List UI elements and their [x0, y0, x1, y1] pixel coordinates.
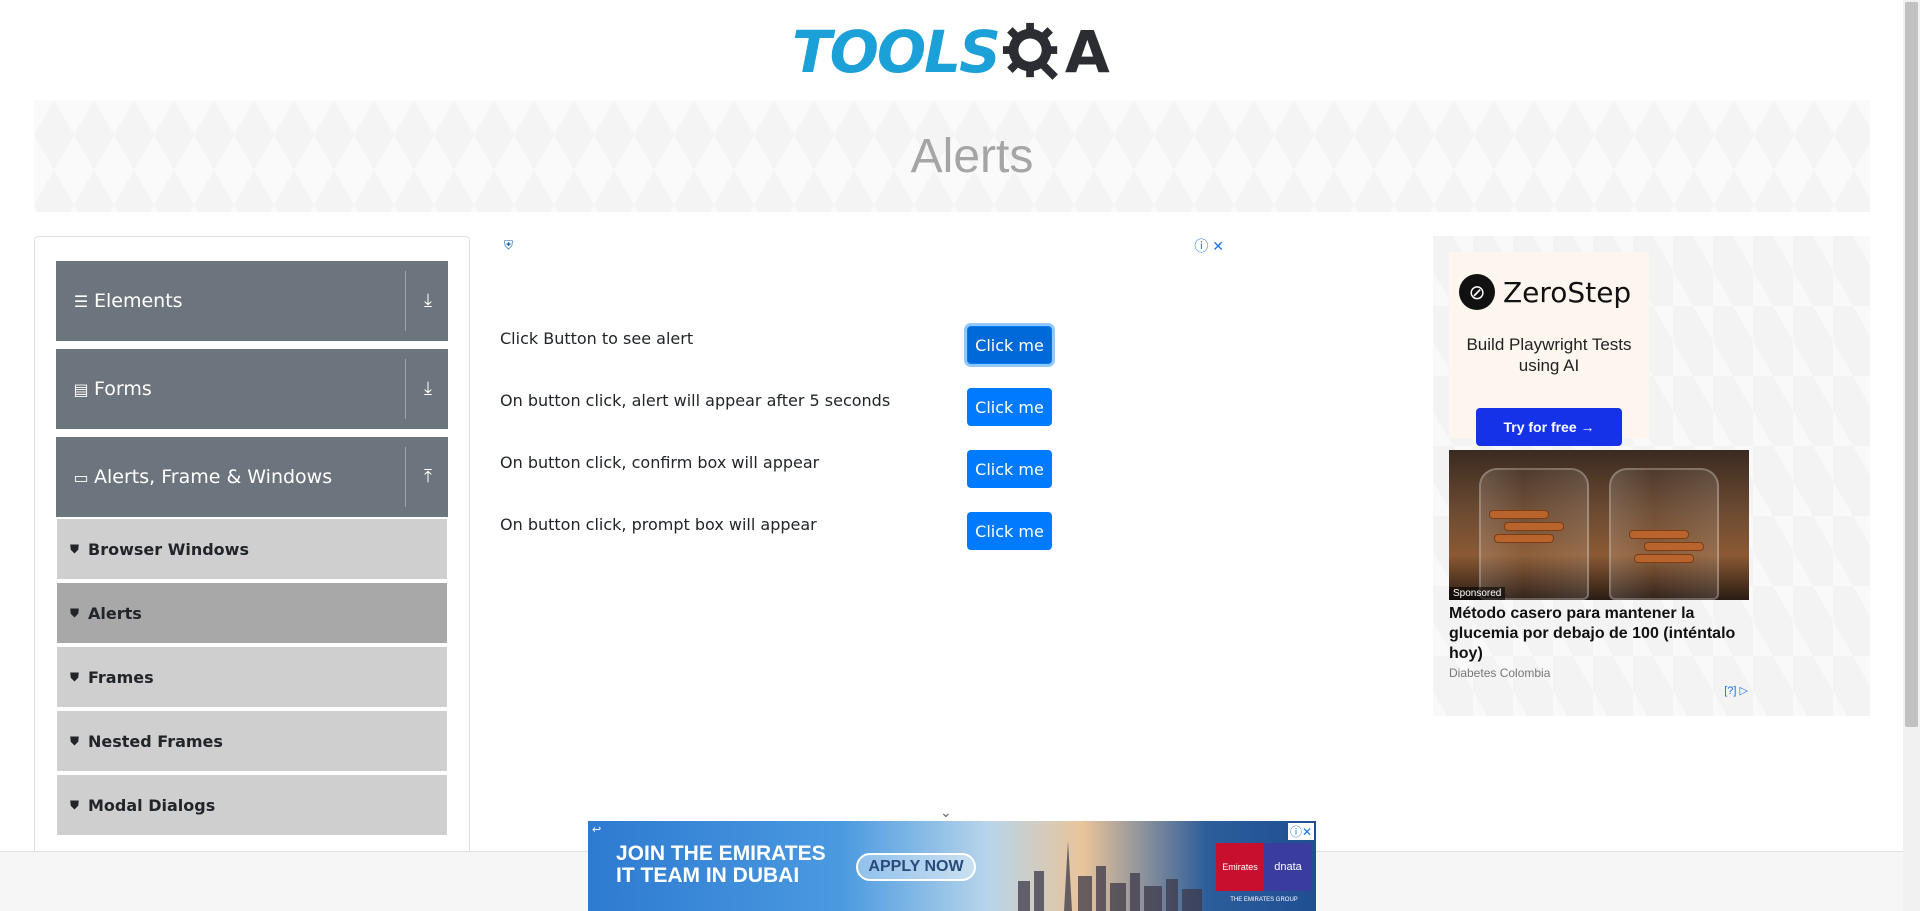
html5-icon: ⛊: [70, 541, 80, 556]
zerostep-icon: ⊘: [1459, 274, 1495, 310]
zerostep-name: ZeroStep: [1503, 275, 1632, 309]
vertical-scrollbar[interactable]: [1903, 0, 1920, 911]
sidebar-item-nested-frames[interactable]: ⛊ Nested Frames: [57, 711, 447, 773]
right-ad[interactable]: ⊘ ZeroStep Build Playwright Tests using …: [1433, 236, 1870, 716]
zerostep-ad-card[interactable]: ⊘ ZeroStep Build Playwright Tests using …: [1449, 252, 1649, 446]
emirates-headline-line: JOIN THE EMIRATES: [616, 842, 826, 865]
emirates-headline-line: IT TEAM IN DUBAI: [616, 864, 800, 887]
sidebar-group-label: Alerts, Frame & Windows: [94, 466, 333, 488]
emirates-group-text: THE EMIRATES GROUP: [1230, 897, 1298, 903]
divider: [405, 359, 406, 419]
alert-label: Click Button to see alert: [500, 329, 694, 348]
ad-close-icon[interactable]: ⓘ✕: [1287, 823, 1314, 840]
expand-icon[interactable]: ⤓: [416, 289, 440, 313]
sponsored-source: Diabetes Colombia: [1449, 666, 1551, 680]
sidebar-item-modal-dialogs[interactable]: ⛊ Modal Dialogs: [57, 775, 447, 837]
sidebar-item-frames[interactable]: ⛊ Frames: [57, 647, 447, 709]
zerostep-logo: ⊘ ZeroStep: [1459, 274, 1631, 310]
timer-alert-label: On button click, alert will appear after…: [500, 391, 891, 410]
chevron-down-icon[interactable]: ⌄: [940, 804, 952, 821]
page-title: Alerts: [910, 129, 1034, 183]
html5-icon: ⛊: [70, 605, 80, 620]
sidebar-group-forms[interactable]: ▤ Forms ⤓: [56, 349, 448, 429]
confirm-button[interactable]: Click me: [967, 450, 1052, 488]
zerostep-tagline: Build Playwright Tests using AI: [1466, 335, 1632, 375]
logo-suffix: A: [1064, 18, 1110, 86]
collapse-icon[interactable]: ⤒: [416, 465, 440, 489]
alert-button[interactable]: Click me: [967, 326, 1052, 364]
ad-back-icon[interactable]: ↩: [592, 823, 601, 836]
bottom-ad[interactable]: ↩ JOIN THE EMIRATES IT TEAM IN DUBAI APP…: [588, 821, 1316, 911]
cinnamon-stick: [1634, 554, 1694, 563]
try-for-free-button[interactable]: Try for free →: [1476, 408, 1622, 446]
toolsqa-logo[interactable]: TOOLS A: [792, 14, 1110, 90]
prompt-button[interactable]: Click me: [967, 512, 1052, 550]
sidebar-item-browser-windows[interactable]: ⛊ Browser Windows: [57, 519, 447, 581]
cinnamon-stick: [1629, 530, 1689, 539]
page: TOOLS A Alerts ☰ Elements ⤓ ▤ Forms ⤓ ▭ …: [0, 0, 1920, 911]
html5-icon: ⛊: [70, 733, 80, 748]
adchoices-icon[interactable]: [?] ▷: [1724, 684, 1748, 697]
emirates-logo: Emirates: [1216, 843, 1264, 891]
ad-close-icon[interactable]: ⓘ ✕: [1194, 236, 1224, 256]
logo-text: TOOLS: [792, 18, 1001, 86]
sponsored-image[interactable]: Sponsored: [1449, 450, 1749, 600]
sidebar-item-label: Frames: [88, 667, 154, 687]
cinnamon-stick: [1489, 510, 1549, 519]
dubai-skyline: [1018, 841, 1202, 911]
emirates-headline: JOIN THE EMIRATES IT TEAM IN DUBAI: [616, 843, 826, 887]
sidebar-item-label: Modal Dialogs: [88, 795, 216, 815]
sponsored-badge: Sponsored: [1449, 587, 1506, 600]
scrollbar-thumb[interactable]: [1905, 2, 1918, 727]
sidebar-item-label: Nested Frames: [88, 731, 223, 751]
prompt-label: On button click, prompt box will appear: [500, 515, 817, 534]
expand-icon[interactable]: ⤓: [416, 377, 440, 401]
menu-icon: ☰: [73, 291, 89, 311]
html5-icon: ⛊: [70, 797, 80, 812]
sidebar-group-label: Elements: [94, 290, 183, 312]
sidebar-group-label: Forms: [94, 378, 152, 400]
html5-icon: ⛊: [70, 669, 80, 684]
gear-magnifier-icon: [1002, 22, 1058, 80]
sidebar-item-label: Alerts: [88, 603, 142, 623]
sidebar-item-alerts[interactable]: ⛊ Alerts: [57, 583, 447, 645]
emirates-brand: Emirates dnata: [1216, 843, 1312, 891]
ad-shield-icon: ⛨: [504, 238, 514, 252]
divider: [405, 271, 406, 331]
adchoice-label: [?]: [1724, 685, 1737, 697]
divider: [405, 447, 406, 507]
sidebar-item-label: Browser Windows: [88, 539, 249, 559]
form-icon: ▤: [73, 379, 89, 399]
dnata-logo: dnata: [1264, 843, 1312, 891]
sidebar-group-alerts-frame-windows[interactable]: ▭ Alerts, Frame & Windows ⤒: [56, 437, 448, 517]
confirm-label: On button click, confirm box will appear: [500, 453, 820, 472]
cinnamon-stick: [1644, 542, 1704, 551]
cinnamon-stick: [1494, 534, 1554, 543]
sidebar: ☰ Elements ⤓ ▤ Forms ⤓ ▭ Alerts, Frame &…: [34, 236, 470, 876]
apply-now-button[interactable]: APPLY NOW: [856, 853, 976, 881]
sidebar-group-elements[interactable]: ☰ Elements ⤓: [56, 261, 448, 341]
timer-alert-button[interactable]: Click me: [967, 388, 1052, 426]
cinnamon-stick: [1504, 522, 1564, 531]
top-ad[interactable]: ⛨ ⓘ ✕: [500, 234, 1228, 324]
page-banner: Alerts: [34, 100, 1870, 212]
sponsored-headline[interactable]: Método casero para mantener la glucemia …: [1449, 604, 1749, 664]
window-icon: ▭: [73, 467, 89, 487]
